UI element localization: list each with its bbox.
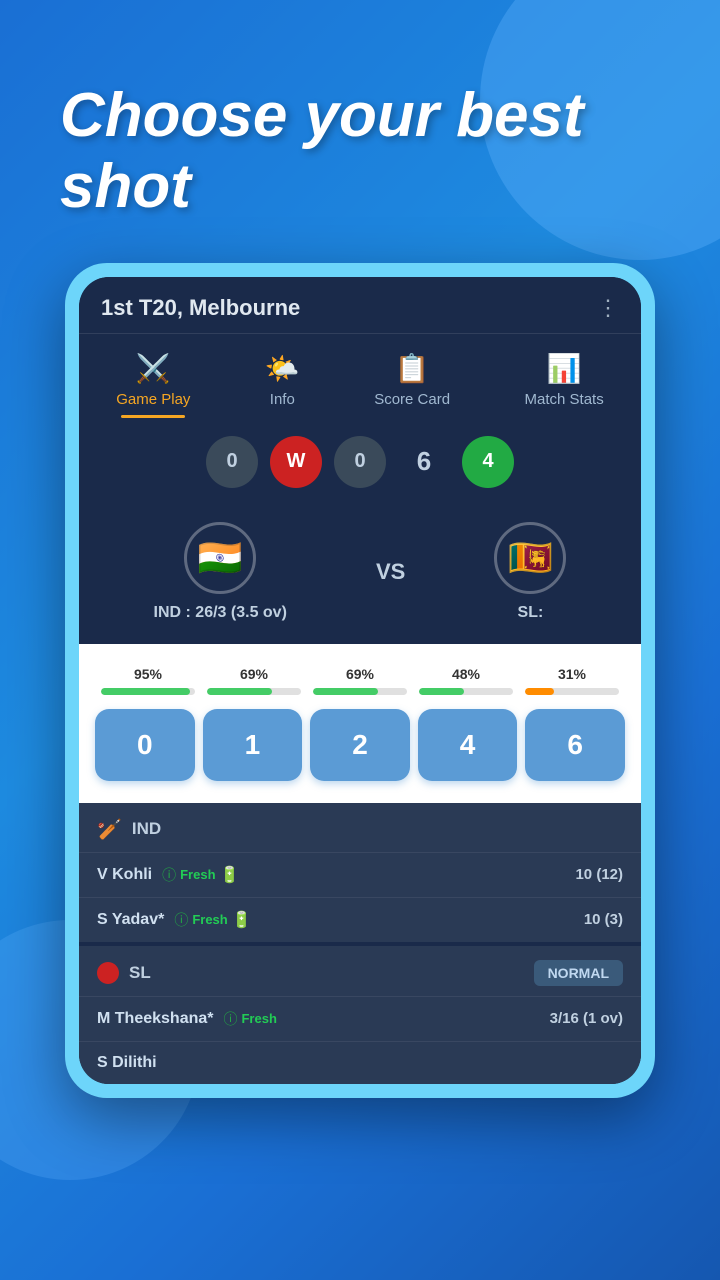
shot-percentages: 95% 69% 69% — [95, 666, 625, 695]
shot-bar-1 — [207, 688, 272, 695]
shot-bar-bg-4 — [419, 688, 513, 695]
ball-4: 4 — [462, 436, 514, 488]
player-row-dilithi: S Dilithi — [79, 1041, 641, 1084]
sl-team-name: SL — [129, 963, 151, 983]
tab-info[interactable]: 🌤️ Info — [249, 344, 316, 418]
shot-pct-1: 69% — [240, 666, 268, 682]
gameplay-label: Game Play — [116, 391, 190, 408]
kohli-score: 10 (12) — [575, 866, 623, 883]
sl-score: SL: — [518, 604, 544, 622]
info-label: Info — [270, 391, 295, 408]
fresh-icon-1: ⓘ — [162, 865, 176, 885]
phone-mockup: 1st T20, Melbourne ⋮ ⚔️ Game Play 🌤️ Inf… — [65, 263, 655, 1098]
shot-pct-0: 95% — [134, 666, 162, 682]
shot-bar-bg-6 — [525, 688, 619, 695]
dilithi-left: S Dilithi — [97, 1054, 157, 1072]
shot-col-4: 48% — [413, 666, 519, 695]
team2-block: 🇱🇰 SL: — [494, 522, 566, 622]
player-row-yadav: S Yadav* ⓘ Fresh 🔋 10 (3) — [79, 897, 641, 942]
yadav-score: 10 (3) — [584, 911, 623, 928]
theekshana-status: ⓘ Fresh — [223, 1009, 276, 1029]
more-menu-icon[interactable]: ⋮ — [597, 295, 619, 321]
matchstats-label: Match Stats — [525, 391, 604, 408]
battery-icon-2: 🔋 — [232, 910, 252, 930]
shot-bar-2 — [313, 688, 378, 695]
shot-bar-bg-1 — [207, 688, 301, 695]
theekshana-name: M Theekshana* — [97, 1010, 213, 1028]
match-title: 1st T20, Melbourne — [101, 295, 300, 321]
scorecard-icon: 📋 — [395, 352, 430, 385]
ind-team-name: IND — [132, 819, 161, 839]
ball-6: 6 — [398, 436, 450, 488]
shot-btn-6[interactable]: 6 — [525, 709, 625, 781]
shot-bar-6 — [525, 688, 554, 695]
shot-pct-4: 48% — [452, 666, 480, 682]
shot-bar-bg-2 — [313, 688, 407, 695]
shot-btn-1[interactable]: 1 — [203, 709, 303, 781]
shot-btn-0[interactable]: 0 — [95, 709, 195, 781]
player-row-theekshana: M Theekshana* ⓘ Fresh 3/16 (1 ov) — [79, 996, 641, 1041]
ind-flag: 🇮🇳 — [184, 522, 256, 594]
shot-btn-4[interactable]: 4 — [418, 709, 518, 781]
sl-dot — [97, 962, 119, 984]
ball-0: 0 — [206, 436, 258, 488]
yadav-name: S Yadav* — [97, 911, 164, 929]
kohli-name: V Kohli — [97, 866, 152, 884]
gameplay-icon: ⚔️ — [136, 352, 171, 385]
team1-block: 🇮🇳 IND : 26/3 (3.5 ov) — [154, 522, 287, 622]
shot-col-1: 69% — [201, 666, 307, 695]
tab-scorecard[interactable]: 📋 Score Card — [358, 344, 466, 418]
kohli-left: V Kohli ⓘ Fresh 🔋 — [97, 865, 239, 885]
cricket-bat-icon: 🏏 — [97, 817, 122, 842]
match-header: 1st T20, Melbourne ⋮ — [79, 277, 641, 334]
score-balls-row: 0 W 0 6 4 — [79, 418, 641, 502]
sl-header-left: SL — [97, 962, 151, 984]
shot-pct-2: 69% — [346, 666, 374, 682]
theekshana-fresh: Fresh — [241, 1011, 276, 1026]
shot-btn-2[interactable]: 2 — [310, 709, 410, 781]
kohli-fresh: Fresh — [180, 867, 215, 882]
shot-col-6: 31% — [519, 666, 625, 695]
yadav-fresh: Fresh — [192, 912, 227, 927]
yadav-status: ⓘ Fresh 🔋 — [174, 910, 251, 930]
normal-badge[interactable]: NORMAL — [534, 960, 623, 986]
tab-gameplay[interactable]: ⚔️ Game Play — [100, 344, 206, 418]
shot-pct-6: 31% — [558, 666, 586, 682]
shot-col-2: 69% — [307, 666, 413, 695]
scorecard-label: Score Card — [374, 391, 450, 408]
shot-buttons: 0 1 2 4 6 — [95, 709, 625, 781]
ind-score: IND : 26/3 (3.5 ov) — [154, 604, 287, 622]
ball-0b: 0 — [334, 436, 386, 488]
shot-bar-0 — [101, 688, 190, 695]
theekshana-score: 3/16 (1 ov) — [550, 1010, 623, 1027]
sl-flag: 🇱🇰 — [494, 522, 566, 594]
kohli-status: ⓘ Fresh 🔋 — [162, 865, 239, 885]
ind-section: 🏏 IND V Kohli ⓘ Fresh 🔋 10 (12) S Yadav* — [79, 803, 641, 942]
info-icon: 🌤️ — [265, 352, 300, 385]
ball-w: W — [270, 436, 322, 488]
dilithi-name: S Dilithi — [97, 1054, 157, 1072]
shot-section: 95% 69% 69% — [79, 644, 641, 803]
sl-section: SL NORMAL M Theekshana* ⓘ Fresh 3/16 (1 … — [79, 946, 641, 1084]
ind-team-header: 🏏 IND — [79, 803, 641, 852]
yadav-left: S Yadav* ⓘ Fresh 🔋 — [97, 910, 252, 930]
theekshana-left: M Theekshana* ⓘ Fresh — [97, 1009, 277, 1029]
shot-col-0: 95% — [95, 666, 201, 695]
match-vs-section: 🇮🇳 IND : 26/3 (3.5 ov) VS 🇱🇰 SL: — [79, 502, 641, 644]
sl-team-header: SL NORMAL — [79, 946, 641, 996]
phone-screen: 1st T20, Melbourne ⋮ ⚔️ Game Play 🌤️ Inf… — [79, 277, 641, 1084]
player-row-kohli: V Kohli ⓘ Fresh 🔋 10 (12) — [79, 852, 641, 897]
shot-bar-bg-0 — [101, 688, 195, 695]
shot-bar-4 — [419, 688, 464, 695]
fresh-icon-3: ⓘ — [223, 1009, 237, 1029]
matchstats-icon: 📊 — [547, 352, 582, 385]
hero-title: Choose your best shot — [0, 0, 720, 263]
vs-label: VS — [376, 559, 405, 585]
nav-tabs: ⚔️ Game Play 🌤️ Info 📋 Score Card 📊 Matc… — [79, 334, 641, 418]
tab-matchstats[interactable]: 📊 Match Stats — [509, 344, 620, 418]
fresh-icon-2: ⓘ — [174, 910, 188, 930]
battery-icon-1: 🔋 — [220, 865, 240, 885]
